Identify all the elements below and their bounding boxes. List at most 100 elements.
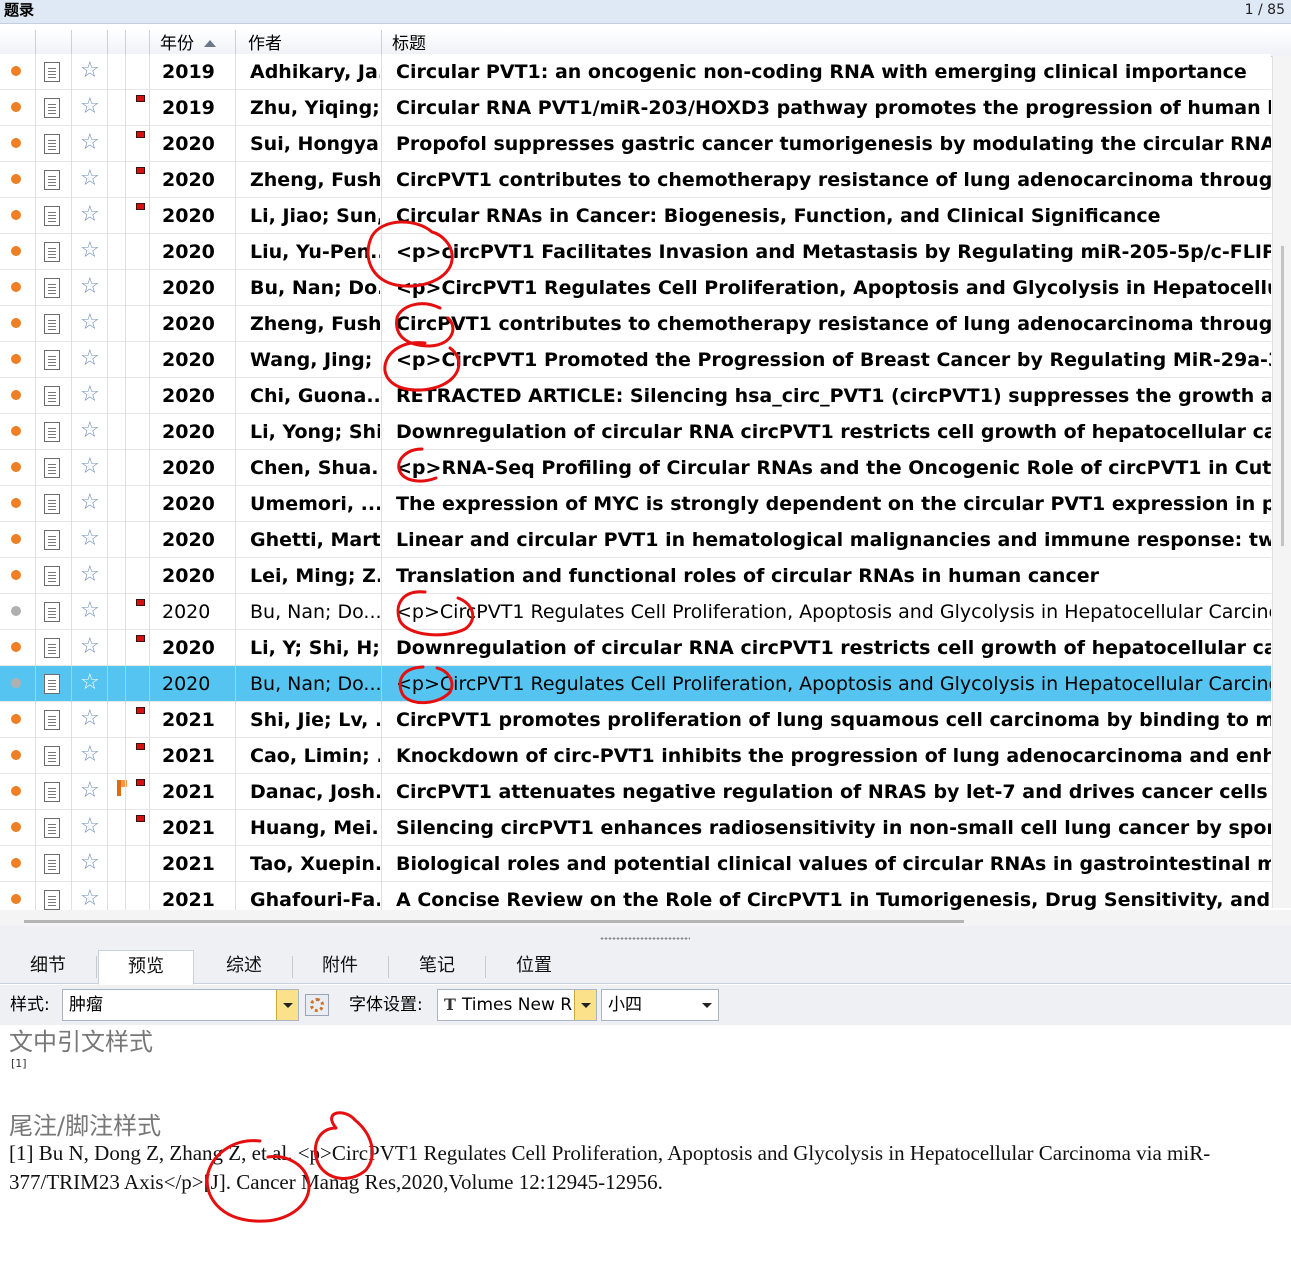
table-row[interactable]: ☆ 2020 Liu, Yu-Pen.. <p>circPVT1 Facilitate… [0, 234, 1271, 270]
column-flag[interactable] [108, 30, 126, 57]
column-title-header[interactable]: 标题 [382, 30, 1291, 57]
document-icon[interactable] [44, 746, 60, 766]
read-status-dot-icon[interactable] [11, 714, 21, 724]
chevron-down-icon[interactable] [696, 990, 718, 1020]
read-status-dot-icon[interactable] [11, 462, 21, 472]
tab-preview[interactable]: 预览 [98, 950, 194, 985]
read-status-dot-icon[interactable] [11, 138, 21, 148]
read-status-dot-icon[interactable] [11, 786, 21, 796]
read-status-dot-icon[interactable] [11, 354, 21, 364]
table-row[interactable]: ☆ 2021 Danac, Josh.. CircPVT1 attenuates ne… [0, 774, 1271, 810]
style-select[interactable]: 肿瘤 [62, 989, 299, 1021]
tab-attachments[interactable]: 附件 [292, 950, 389, 984]
font-select[interactable]: T Times New R [437, 989, 597, 1021]
column-author-header[interactable]: 作者 [236, 30, 382, 57]
read-status-dot-icon[interactable] [11, 822, 21, 832]
read-status-dot-icon[interactable] [11, 606, 21, 616]
document-icon[interactable] [44, 854, 60, 874]
horizontal-scrollbar[interactable] [0, 910, 1291, 926]
read-status-dot-icon[interactable] [11, 174, 21, 184]
star-icon[interactable]: ☆ [80, 635, 100, 659]
table-row[interactable]: ☆ 2020 Li, Jiao; Sun,.. Circular RNAs in Ca… [0, 198, 1271, 234]
table-row[interactable]: ☆ 2021 Tao, Xuepin. Biological roles and po… [0, 846, 1271, 882]
read-status-dot-icon[interactable] [11, 246, 21, 256]
star-icon[interactable]: ☆ [80, 707, 100, 731]
document-icon[interactable] [44, 134, 60, 154]
table-row[interactable]: ☆ 2020 Bu, Nan; Do... <p>CircPVT1 Regulates… [0, 594, 1271, 630]
table-row[interactable]: ☆ 2021 Cao, Limin; .. Knockdown of circ-PVT… [0, 738, 1271, 774]
table-row[interactable]: ☆ 2019 Zhu, Yiqing;.. Circular RNA PVT1/miR… [0, 90, 1271, 126]
column-read-status[interactable] [0, 30, 36, 57]
document-icon[interactable] [44, 890, 60, 910]
star-icon[interactable]: ☆ [80, 527, 100, 551]
document-icon[interactable] [44, 62, 60, 82]
document-icon[interactable] [44, 386, 60, 406]
chevron-down-icon[interactable] [276, 990, 298, 1020]
read-status-dot-icon[interactable] [11, 642, 21, 652]
table-row[interactable]: ☆ 2020 Bu, Nan; Do. <p>CircPVT1 Regulates C… [0, 270, 1271, 306]
document-icon[interactable] [44, 602, 60, 622]
tab-abstract[interactable]: 综述 [196, 950, 293, 984]
column-year-header[interactable]: 年份 [150, 30, 236, 57]
read-status-dot-icon[interactable] [11, 426, 21, 436]
table-row[interactable]: ☆ 2020 Ghetti, Mart. Linear and circular PV… [0, 522, 1271, 558]
document-icon[interactable] [44, 98, 60, 118]
read-status-dot-icon[interactable] [11, 210, 21, 220]
document-icon[interactable] [44, 278, 60, 298]
star-icon[interactable]: ☆ [80, 815, 100, 839]
read-status-dot-icon[interactable] [11, 282, 21, 292]
read-status-dot-icon[interactable] [11, 534, 21, 544]
star-icon[interactable]: ☆ [80, 131, 100, 155]
column-label[interactable] [126, 30, 150, 57]
read-status-dot-icon[interactable] [11, 102, 21, 112]
table-row[interactable]: ☆ 2020 Umemori, ... The expression of MYC i… [0, 486, 1271, 522]
column-rating[interactable] [72, 30, 108, 57]
star-icon[interactable]: ☆ [80, 743, 100, 767]
star-icon[interactable]: ☆ [80, 599, 100, 623]
table-row[interactable]: ☆ 2021 Huang, Mei.. Silencing circPVT1 enha… [0, 810, 1271, 846]
splitter-grip-icon[interactable] [600, 937, 690, 940]
document-icon[interactable] [44, 422, 60, 442]
chevron-down-icon[interactable] [574, 990, 596, 1020]
document-icon[interactable] [44, 710, 60, 730]
pane-splitter[interactable] [0, 926, 1291, 946]
flag-icon[interactable] [117, 780, 127, 796]
table-row[interactable]: ☆ 2020 Lei, Ming; Z.. Translation and funct… [0, 558, 1271, 594]
document-icon[interactable] [44, 458, 60, 478]
table-row[interactable]: ☆ 2020 Wang, Jing; . <p>CircPVT1 Promoted t… [0, 342, 1271, 378]
star-icon[interactable]: ☆ [80, 275, 100, 299]
star-icon[interactable]: ☆ [80, 851, 100, 875]
table-row[interactable]: ☆ 2019 Adhikary, Ja. Circular PVT1: an onco… [0, 54, 1271, 90]
style-settings-icon[interactable] [305, 994, 329, 1016]
vertical-scrollbar-thumb[interactable] [1281, 246, 1284, 546]
star-icon[interactable]: ☆ [80, 239, 100, 263]
table-row[interactable]: ☆ 2020 Li, Y; Shi, H; . Downregulation of c… [0, 630, 1271, 666]
read-status-dot-icon[interactable] [11, 318, 21, 328]
document-icon[interactable] [44, 170, 60, 190]
read-status-dot-icon[interactable] [11, 750, 21, 760]
read-status-dot-icon[interactable] [11, 390, 21, 400]
document-icon[interactable] [44, 350, 60, 370]
read-status-dot-icon[interactable] [11, 498, 21, 508]
table-row[interactable]: ☆ 2021 Shi, Jie; Lv, .. CircPVT1 promotes p… [0, 702, 1271, 738]
read-status-dot-icon[interactable] [11, 570, 21, 580]
star-icon[interactable]: ☆ [80, 347, 100, 371]
document-icon[interactable] [44, 674, 60, 694]
star-icon[interactable]: ☆ [80, 59, 100, 83]
document-icon[interactable] [44, 494, 60, 514]
table-row[interactable]: ☆ 2020 Sui, Hongya. Propofol suppresses gas… [0, 126, 1271, 162]
table-row[interactable]: ☆ 2020 Bu, Nan; Do... <p>CircPVT1 Regulates… [0, 666, 1271, 702]
star-icon[interactable]: ☆ [80, 311, 100, 335]
star-icon[interactable]: ☆ [80, 779, 100, 803]
read-status-dot-icon[interactable] [11, 858, 21, 868]
star-icon[interactable]: ☆ [80, 455, 100, 479]
table-row[interactable]: ☆ 2020 Chi, Guona... RETRACTED ARTICLE: Sil… [0, 378, 1271, 414]
star-icon[interactable]: ☆ [80, 563, 100, 587]
star-icon[interactable]: ☆ [80, 95, 100, 119]
document-icon[interactable] [44, 818, 60, 838]
document-icon[interactable] [44, 206, 60, 226]
table-row[interactable]: ☆ 2020 Zheng, Fush.. CircPVT1 contributes t… [0, 306, 1271, 342]
table-row[interactable]: ☆ 2020 Zheng, Fush.. CircPVT1 contributes t… [0, 162, 1271, 198]
tab-notes[interactable]: 笔记 [389, 950, 486, 984]
column-attachment[interactable] [36, 30, 72, 57]
